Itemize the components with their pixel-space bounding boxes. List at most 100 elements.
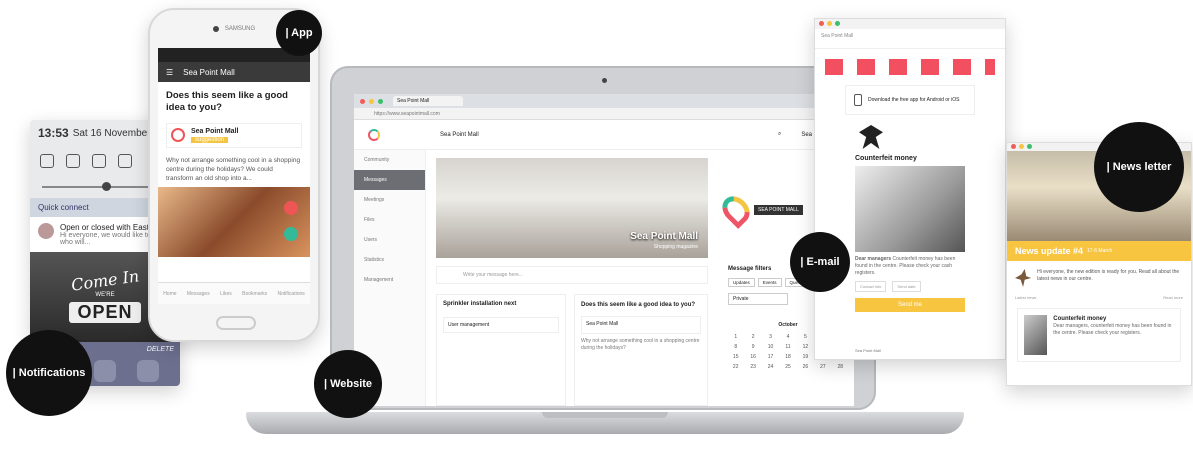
newsletter-links: Latest news Read more	[1007, 295, 1191, 300]
calendar-day[interactable]: 26	[798, 364, 813, 370]
sound-icon[interactable]	[92, 154, 106, 168]
email-fields: Contact info Send date	[855, 281, 965, 292]
minimize-icon[interactable]	[827, 21, 832, 26]
article-title: Counterfeit money	[1053, 316, 1107, 322]
sidebar-item-management[interactable]: Management	[354, 270, 425, 290]
newsletter-intro: Hi everyone, the new edition is ready fo…	[1007, 261, 1191, 295]
nav-home[interactable]: Home	[163, 291, 176, 297]
calendar-day[interactable]: 8	[728, 344, 743, 350]
site-logo-icon[interactable]	[368, 128, 380, 141]
email-chrome	[815, 19, 1005, 29]
bird-logo-icon	[1015, 269, 1032, 287]
filter-chip[interactable]: Updates	[728, 278, 755, 287]
sidebar-item-users[interactable]: Users	[354, 230, 425, 250]
send-button[interactable]: Send me	[855, 298, 965, 312]
dock-app-icon[interactable]	[93, 360, 116, 382]
sidebar-item-messages[interactable]: Messages	[354, 170, 425, 190]
calendar-day[interactable]: 1	[728, 334, 743, 340]
date-field[interactable]: Send date	[892, 281, 921, 292]
calendar-day[interactable]: 9	[745, 344, 760, 350]
webcam-icon	[602, 78, 607, 83]
maximize-icon[interactable]	[1027, 144, 1032, 149]
nav-likes[interactable]: Likes	[220, 291, 232, 297]
search-icon[interactable]: ⌕	[778, 131, 781, 138]
sender-card[interactable]: Sea Point Mall suggestion	[166, 122, 302, 148]
minimize-icon[interactable]	[1019, 144, 1024, 149]
close-icon[interactable]	[819, 21, 824, 26]
phone-brand: SAMSUNG	[224, 26, 256, 32]
calendar-day[interactable]: 17	[763, 354, 778, 360]
message-card[interactable]: Sprinkler installation next User managem…	[436, 294, 566, 406]
calendar-day[interactable]: 16	[745, 354, 760, 360]
newsletter-date: 17-6 March	[1087, 248, 1113, 254]
site-title: Sea Point Mall	[440, 131, 479, 138]
calendar-day[interactable]: 10	[763, 344, 778, 350]
maximize-icon[interactable]	[378, 98, 383, 104]
photo-text-were: WE'RE	[95, 292, 115, 298]
calendar-day[interactable]: 27	[815, 364, 830, 370]
email-window: Sea Point Mall Download the free app for…	[814, 18, 1006, 360]
dock-app-icon[interactable]	[137, 360, 160, 382]
hero-title: Sea Point Mall	[630, 231, 698, 242]
close-icon[interactable]	[1011, 144, 1016, 149]
like-icon[interactable]	[284, 200, 298, 215]
wifi-icon[interactable]	[40, 154, 54, 168]
comment-icon[interactable]	[284, 226, 298, 241]
sidebar-item-community[interactable]: Community	[354, 150, 425, 170]
post-input[interactable]: Write your message here...	[436, 266, 708, 284]
website-label: | Website	[314, 350, 382, 418]
nav-bookmarks[interactable]: Bookmarks	[242, 291, 267, 297]
avatar	[38, 223, 54, 239]
intro-text: Hi everyone, the new edition is ready fo…	[1037, 269, 1180, 282]
slider-handle[interactable]	[102, 182, 111, 191]
calendar-day[interactable]: 28	[833, 364, 848, 370]
home-button[interactable]	[216, 316, 256, 330]
newsletter-article[interactable]: Counterfeit money Dear managers, counter…	[1017, 308, 1181, 362]
nav-notifications[interactable]: Notifications	[278, 291, 305, 297]
sidebar-item-files[interactable]: Files	[354, 210, 425, 230]
contact-field[interactable]: Contact info	[855, 281, 887, 292]
calendar-day[interactable]: 2	[745, 334, 760, 340]
email-title: Counterfeit money	[855, 155, 917, 162]
calendar-day[interactable]: 3	[763, 334, 778, 340]
filter-select[interactable]: Private	[728, 293, 788, 305]
nav-messages[interactable]: Messages	[187, 291, 210, 297]
calendar-day[interactable]: 19	[798, 354, 813, 360]
menu-icon[interactable]: ☰	[166, 68, 173, 77]
maximize-icon[interactable]	[835, 21, 840, 26]
calendar-day[interactable]: 4	[780, 334, 795, 340]
phone-icon	[854, 94, 862, 106]
sidebar-item-meetings[interactable]: Meetings	[354, 190, 425, 210]
decorative-stripes	[825, 59, 995, 75]
calendar-day[interactable]: 11	[780, 344, 795, 350]
location-icon[interactable]	[66, 154, 80, 168]
calendar-day[interactable]: 22	[728, 364, 743, 370]
close-icon[interactable]	[360, 98, 365, 104]
minimize-icon[interactable]	[369, 98, 374, 104]
rotate-icon[interactable]	[118, 154, 132, 168]
food-photo	[158, 186, 310, 257]
calendar-day[interactable]: 23	[745, 364, 760, 370]
notifications-label: | Notifications	[6, 330, 92, 416]
sidebar-item-statistics[interactable]: Statistics	[354, 250, 425, 270]
address-bar[interactable]: https://www.seapointmall.com	[354, 108, 854, 120]
message-title: Sprinkler installation next	[443, 301, 517, 307]
delete-button[interactable]: DELETE	[147, 346, 174, 353]
download-banner[interactable]: Download the free app for Android or iOS	[845, 85, 975, 115]
calendar-day[interactable]: 24	[763, 364, 778, 370]
latest-news-link[interactable]: Latest news	[1015, 295, 1036, 300]
calendar-day[interactable]: 18	[780, 354, 795, 360]
mall-logo-icon	[171, 127, 185, 142]
calendar-day[interactable]: 25	[780, 364, 795, 370]
browser-tab[interactable]: Sea Point Mall	[393, 96, 463, 106]
calendar-day[interactable]: 15	[728, 354, 743, 360]
site-header: Sea Point Mall ⌕ Sea Point Mall	[354, 120, 854, 150]
calendar-day[interactable]: 5	[798, 334, 813, 340]
read-more-link[interactable]: Read more	[1163, 295, 1183, 300]
newsletter-label: | News letter	[1094, 122, 1184, 212]
photo-text-open: OPEN	[69, 302, 141, 323]
suggestion-card[interactable]: Does this seem like a good idea to you? …	[574, 294, 708, 406]
camera-icon	[212, 26, 219, 32]
calendar-day[interactable]: 12	[798, 344, 813, 350]
filter-chip[interactable]: Events	[757, 278, 782, 287]
